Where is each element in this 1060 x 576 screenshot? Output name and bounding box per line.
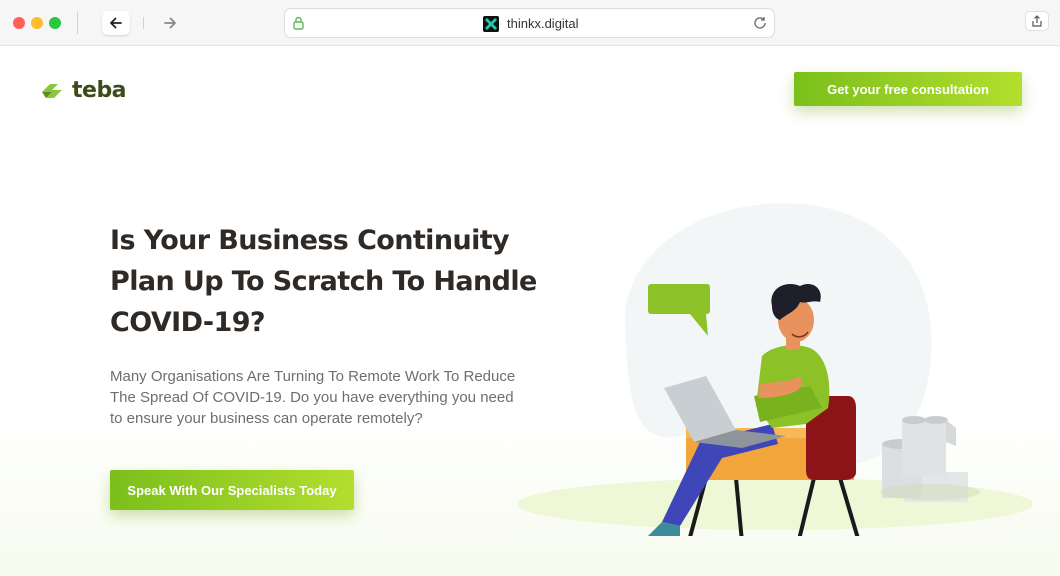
close-window-button[interactable]: [13, 17, 25, 29]
url-text: thinkx.digital: [507, 16, 579, 31]
arrow-left-icon: [110, 17, 122, 29]
forward-button[interactable]: [156, 11, 184, 35]
teba-logo-icon: [42, 83, 62, 98]
share-icon: [1032, 15, 1042, 27]
toolbar-divider: [143, 17, 144, 29]
hero-subtext: Many Organisations Are Turning To Remote…: [110, 368, 516, 427]
site-logo[interactable]: teba: [40, 78, 127, 103]
page-content: teba Get your free consultation Is Your …: [0, 46, 1060, 576]
logo-text: teba: [72, 78, 127, 103]
minimize-window-button[interactable]: [31, 17, 43, 29]
back-button[interactable]: [102, 11, 130, 35]
remote-worker-illustration: [517, 203, 1033, 536]
reload-icon[interactable]: [752, 15, 768, 31]
speak-with-specialists-button[interactable]: Speak With Our Specialists Today: [110, 470, 354, 510]
share-button[interactable]: [1025, 11, 1049, 31]
lock-icon: [293, 16, 304, 30]
arrow-right-icon: [164, 17, 176, 29]
zoom-window-button[interactable]: [49, 17, 61, 29]
toolbar-divider: [77, 12, 78, 34]
site-favicon-icon: [483, 16, 499, 32]
browser-toolbar: thinkx.digital: [0, 0, 1060, 46]
hero-headline: Is Your Business Continuity Plan Up To S…: [110, 225, 537, 338]
address-bar[interactable]: thinkx.digital: [284, 8, 775, 38]
free-consultation-button[interactable]: Get your free consultation: [794, 72, 1022, 106]
